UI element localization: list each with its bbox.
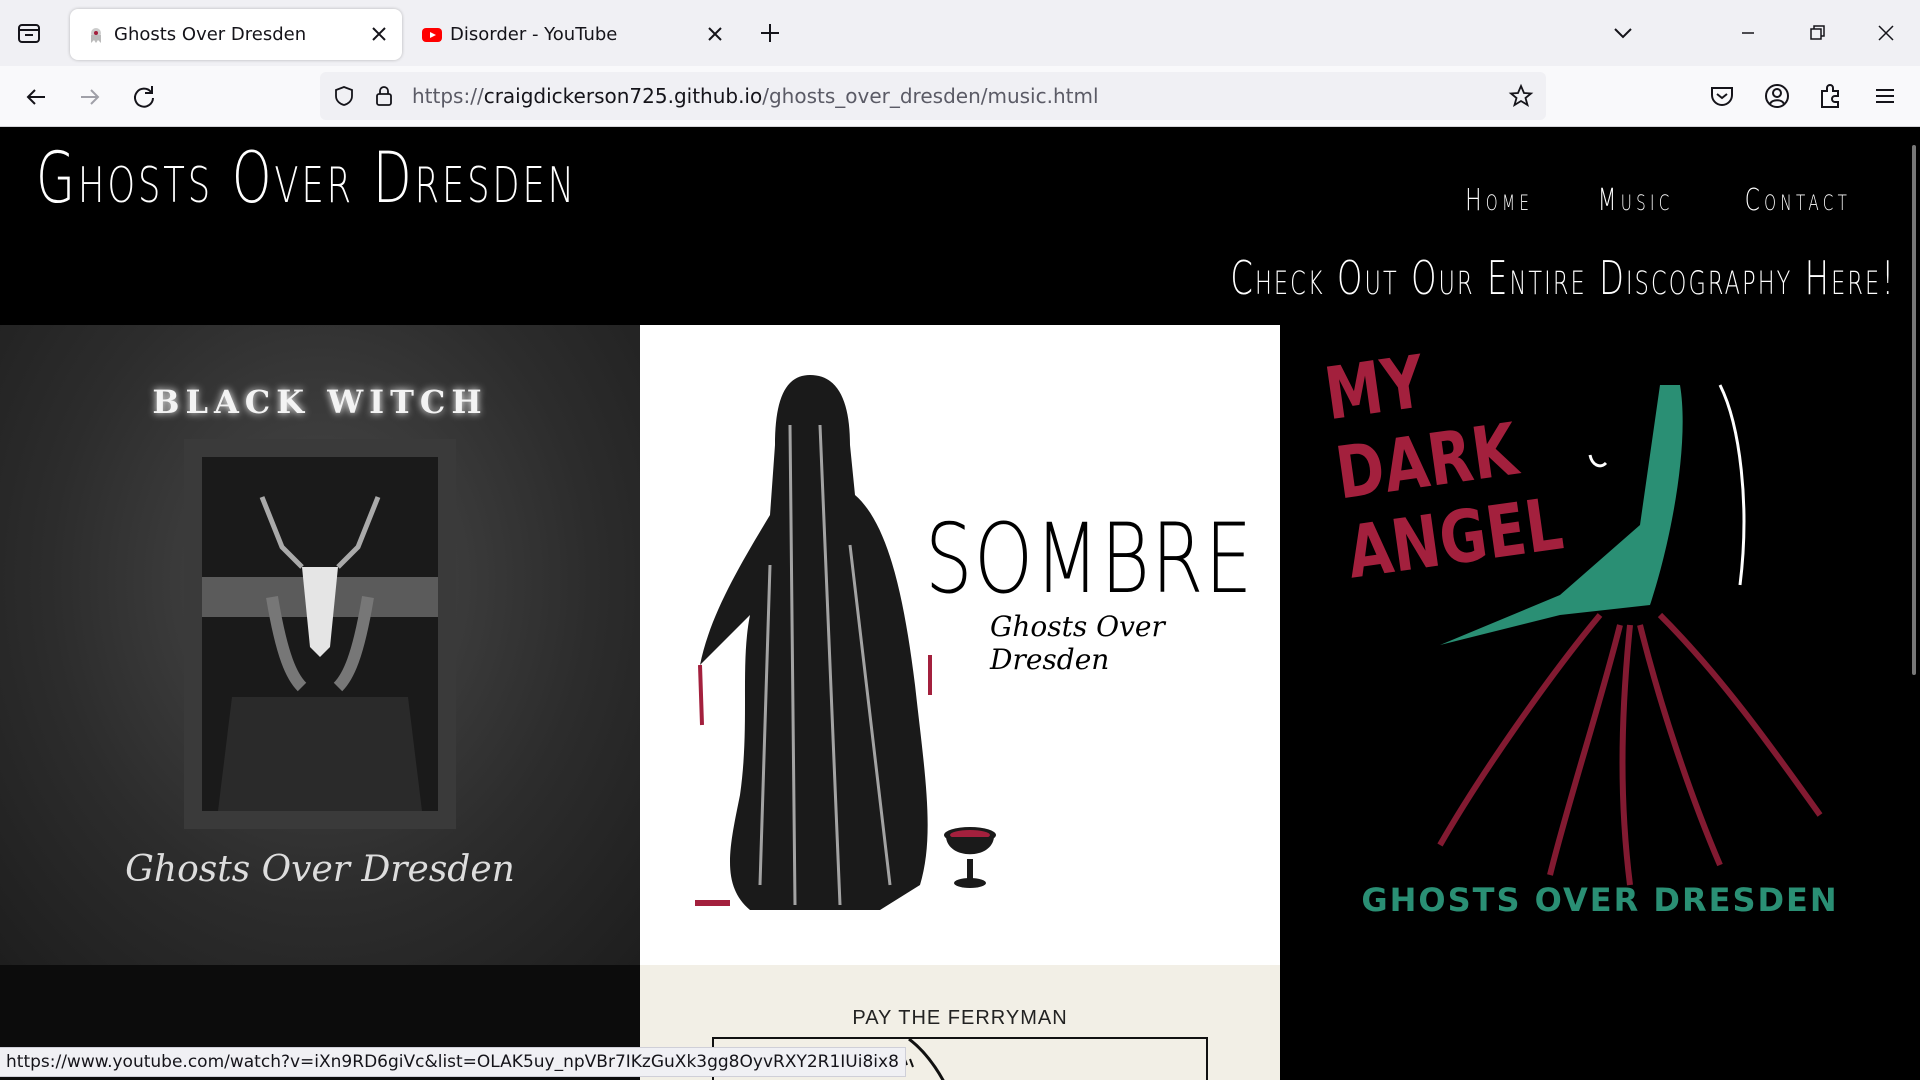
tab-ghosts-over-dresden[interactable]: Ghosts Over Dresden bbox=[70, 9, 402, 60]
album-band-name: Ghosts Over Dresden bbox=[125, 849, 515, 890]
account-icon[interactable] bbox=[1761, 80, 1793, 112]
reload-icon[interactable] bbox=[127, 80, 161, 114]
nav-link-home[interactable]: Home bbox=[1465, 183, 1533, 218]
discography-link[interactable]: Check Out Our Entire Discography Here! bbox=[1230, 251, 1896, 305]
web-page: Ghosts Over Dresden Home Music Contact C… bbox=[0, 127, 1920, 1080]
album-title: MY DARK ANGEL bbox=[1319, 339, 1568, 595]
tab-title: Ghosts Over Dresden bbox=[114, 24, 307, 45]
lock-icon[interactable] bbox=[372, 83, 396, 109]
youtube-icon bbox=[422, 28, 442, 42]
url-path: /ghosts_over_dresden/music.html bbox=[762, 84, 1099, 108]
chevron-down-icon[interactable] bbox=[1608, 18, 1638, 48]
album-band-name: GHOSTS OVER DRESDEN bbox=[1361, 881, 1839, 919]
album-cover-sombre[interactable]: SOMBRE Ghosts Over Dresden bbox=[640, 325, 1280, 965]
page-scrollbar[interactable] bbox=[1912, 145, 1916, 675]
album-title: SOMBRE bbox=[925, 503, 1254, 615]
close-icon[interactable] bbox=[366, 21, 392, 47]
tab-list-icon[interactable] bbox=[14, 18, 44, 48]
tab-youtube-disorder[interactable]: Disorder - YouTube bbox=[406, 9, 738, 60]
album-band-name: Ghosts Over Dresden bbox=[990, 610, 1165, 676]
minimize-icon[interactable] bbox=[1728, 14, 1768, 52]
deer-skull-artwork bbox=[202, 457, 438, 811]
extensions-puzzle-icon[interactable] bbox=[1815, 80, 1847, 112]
nav-link-music[interactable]: Music bbox=[1597, 183, 1673, 218]
site-logo[interactable]: Ghosts Over Dresden bbox=[36, 137, 577, 219]
nav-link-contact[interactable]: Contact bbox=[1745, 183, 1851, 218]
url-text[interactable]: https://craigdickerson725.github.io/ghos… bbox=[412, 84, 1099, 108]
album-title: PAY THE FERRYMAN bbox=[852, 1007, 1068, 1029]
pocket-icon[interactable] bbox=[1706, 80, 1738, 112]
back-arrow-icon[interactable] bbox=[19, 80, 53, 114]
album-cover-black-witch[interactable]: BLACK WITCH Ghosts Over Dresden bbox=[0, 325, 640, 965]
album-cover-my-dark-angel[interactable]: MY DARK ANGEL GHOSTS OVER DRESDEN bbox=[1280, 325, 1920, 965]
url-host: craigdickerson725.github.io bbox=[483, 84, 763, 108]
album-title: BLACK WITCH bbox=[152, 383, 488, 421]
forward-arrow-icon[interactable] bbox=[73, 80, 107, 114]
album-artwork bbox=[184, 439, 456, 829]
tracking-shield-icon[interactable] bbox=[332, 84, 356, 108]
url-scheme: https:// bbox=[412, 84, 484, 108]
window-close-icon[interactable] bbox=[1866, 14, 1906, 52]
restore-icon[interactable] bbox=[1797, 14, 1837, 52]
navigation-toolbar: https://craigdickerson725.github.io/ghos… bbox=[0, 66, 1920, 127]
link-status-bar: https://www.youtube.com/watch?v=iXn9RD6g… bbox=[0, 1047, 906, 1077]
tab-title: Disorder - YouTube bbox=[450, 24, 618, 45]
hamburger-menu-icon[interactable] bbox=[1869, 80, 1901, 112]
close-icon[interactable] bbox=[702, 21, 728, 47]
site-navigation: Home Music Contact bbox=[1452, 183, 1872, 218]
bookmark-star-icon[interactable] bbox=[1508, 83, 1534, 109]
ghost-favicon-icon bbox=[91, 28, 101, 43]
address-bar[interactable]: https://craigdickerson725.github.io/ghos… bbox=[320, 72, 1546, 120]
new-tab-plus-icon[interactable] bbox=[755, 18, 785, 48]
tab-bar: Ghosts Over Dresden Disorder - YouTube bbox=[0, 0, 1920, 66]
veiled-figure-artwork bbox=[695, 375, 932, 910]
goblet-icon bbox=[944, 827, 996, 888]
